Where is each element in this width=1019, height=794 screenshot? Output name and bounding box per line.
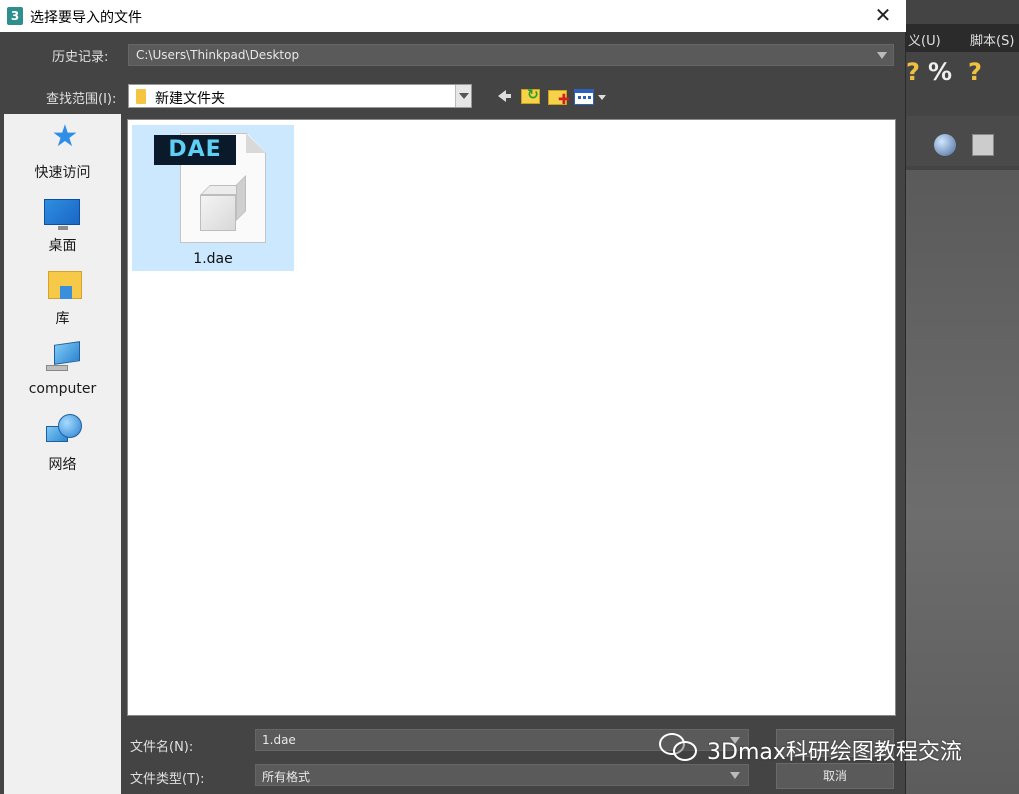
title-bar: 3 选择要导入的文件 ✕ [0, 0, 906, 32]
spinner-snap-icon[interactable]: ? [968, 58, 982, 86]
place-label: computer [28, 381, 97, 397]
back-button[interactable] [494, 85, 518, 107]
background-menubar: 义(U) 脚本(S) [906, 24, 1019, 52]
close-button[interactable]: ✕ [860, 0, 906, 32]
chevron-down-icon [459, 93, 469, 99]
perspective-viewport[interactable] [906, 170, 1019, 794]
dialog-title: 选择要导入的文件 [30, 10, 142, 26]
place-label: 网络 [48, 457, 77, 473]
background-toolbar: ? % ? [906, 52, 1019, 100]
chevron-down-icon [598, 95, 606, 100]
folder-icon [136, 89, 146, 104]
look-in-dropdown-button[interactable] [455, 85, 471, 107]
file-type-label: 文件类型(T): [130, 772, 205, 787]
file-name-label: 1.dae [193, 251, 233, 267]
look-in-dropdown[interactable]: 新建文件夹 [128, 84, 472, 108]
snap-question-icon[interactable]: ? [906, 58, 920, 86]
library-icon [48, 271, 82, 299]
background-3dsmax-window: 义(U) 脚本(S) ? % ? [906, 0, 1019, 794]
file-list-view[interactable]: DAE 1.dae [127, 119, 896, 716]
file-item[interactable]: DAE 1.dae [132, 125, 294, 271]
network-icon [46, 414, 82, 448]
computer-icon [46, 341, 82, 373]
view-menu-button[interactable] [574, 85, 608, 107]
watermark-text: 3Dmax科研绘图教程交流 [707, 740, 962, 765]
history-dropdown[interactable]: C:\Users\Thinkpad\Desktop [128, 44, 894, 66]
watermark: 3Dmax科研绘图教程交流 [655, 728, 995, 768]
file-type-badge: DAE [154, 135, 236, 165]
chevron-down-icon [877, 52, 887, 59]
create-new-folder-button[interactable]: ✚ [546, 85, 570, 107]
place-label: 库 [55, 311, 70, 327]
look-in-label: 查找范围(I): [46, 92, 117, 107]
background-toolbar-2 [906, 116, 1019, 166]
import-file-dialog: 3 选择要导入的文件 ✕ 历史记录: C:\Users\Thinkpad\Des… [0, 0, 906, 794]
render-setup-icon[interactable] [972, 134, 994, 156]
place-network[interactable]: 网络 [4, 114, 121, 473]
material-editor-icon[interactable] [934, 134, 956, 156]
file-name-value: 1.dae [262, 733, 296, 747]
history-value: C:\Users\Thinkpad\Desktop [136, 48, 300, 62]
places-bar: ★ 快速访问 桌面 库 computer 网络 [4, 114, 121, 794]
cube-icon [196, 175, 250, 235]
view-menu-icon [574, 89, 594, 105]
look-in-value: 新建文件夹 [155, 91, 225, 107]
app-icon: 3 [7, 7, 23, 25]
file-name-field-label: 文件名(N): [130, 740, 194, 755]
chevron-down-icon [730, 772, 740, 779]
wechat-logo-icon [659, 733, 699, 763]
file-type-value: 所有格式 [262, 770, 311, 784]
history-label: 历史记录: [52, 50, 109, 65]
up-one-level-button[interactable]: ↻ [519, 85, 543, 107]
percent-snap-icon[interactable]: % [928, 58, 952, 86]
menu-item-script[interactable]: 脚本(S) [970, 30, 1014, 49]
menu-item-customize[interactable]: 义(U) [908, 30, 941, 49]
place-label: 桌面 [48, 238, 77, 254]
desktop-icon [44, 199, 80, 230]
